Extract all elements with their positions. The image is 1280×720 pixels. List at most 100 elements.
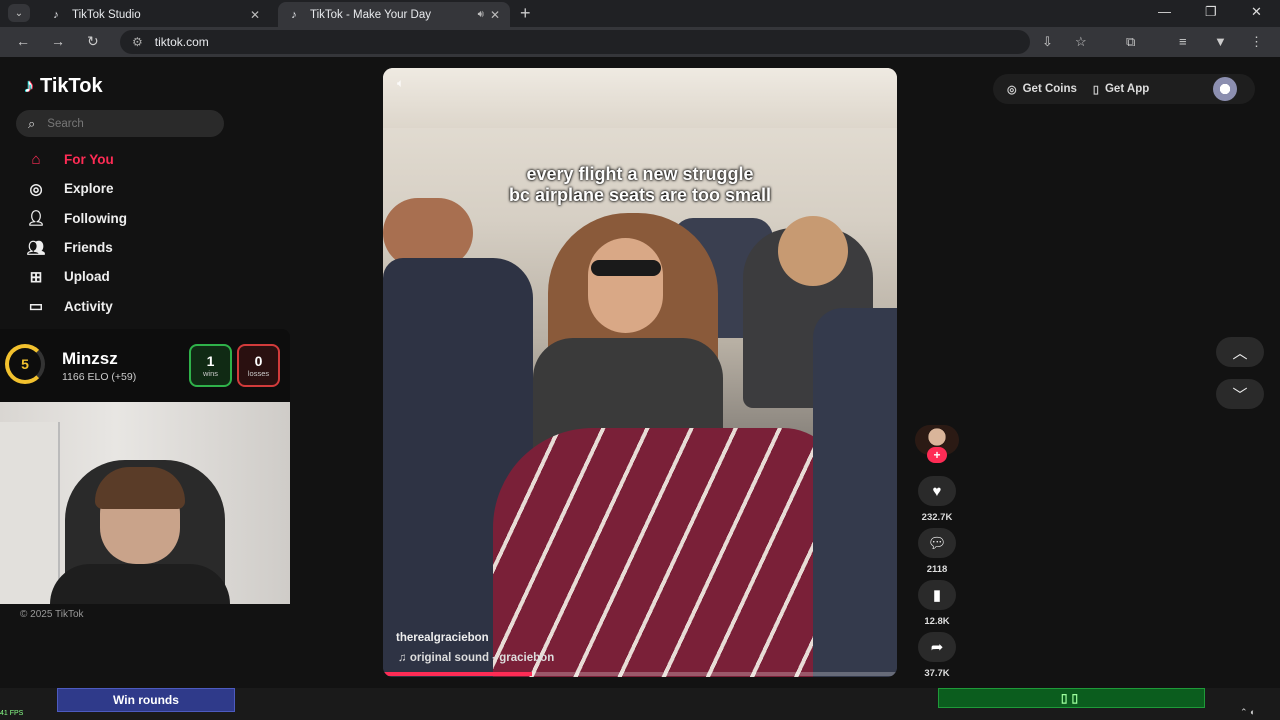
creator-avatar[interactable]: + [915, 425, 959, 463]
caption-line: bc airplane seats are too small [508, 185, 772, 205]
video-progress-bar[interactable] [383, 672, 897, 676]
win-rounds-button[interactable]: Win rounds [57, 688, 235, 712]
losses-label: losses [247, 369, 270, 378]
video-caption: every flight a new struggle bc airplane … [383, 164, 897, 206]
video-sound[interactable]: ♫ original sound - graciebon [398, 652, 554, 664]
follow-plus-icon[interactable]: + [927, 447, 947, 463]
video-scene-person [778, 216, 848, 286]
close-tab-icon[interactable]: ✕ [490, 8, 500, 22]
comment-count: 2118 [926, 564, 948, 575]
media-controls-icon[interactable]: ≡ [1179, 34, 1187, 49]
new-tab-button[interactable]: + [520, 3, 531, 24]
sidebar-item-upload[interactable]: ⊞ Upload [24, 262, 127, 291]
bookmark-icon: ▮ [918, 580, 956, 610]
sidebar-item-friends[interactable]: 👥︎ Friends [24, 233, 127, 262]
forward-icon[interactable]: → [51, 33, 65, 49]
video-scene-person [591, 260, 661, 276]
home-icon: ⌂ [31, 151, 41, 169]
stream-bottom-bar: Win rounds ▯▯ 41 FPS ⌃ ◐ [0, 688, 1280, 720]
sidebar-item-label: Following [64, 210, 127, 226]
wins-count: 1 [206, 353, 215, 369]
video-scene-seat [813, 308, 897, 677]
extensions-icon[interactable]: ⧉ [1126, 34, 1135, 50]
top-actions: ◎ Get Coins ▯ Get App [993, 74, 1255, 104]
following-icon: 👤︎ [26, 210, 46, 228]
url-bar[interactable]: ⚙ tiktok.com [120, 30, 1030, 54]
sidebar-nav: ⌂ For You ◎ Explore 👤︎ Following 👥︎ Frie… [24, 145, 127, 321]
sidebar-item-explore[interactable]: ◎ Explore [24, 174, 127, 203]
webcam-scene-door [0, 422, 60, 604]
losses-count: 0 [254, 353, 263, 369]
wins-label: wins [202, 369, 218, 378]
next-video-button[interactable]: ﹀ [1216, 379, 1264, 409]
bookmark-star-icon[interactable]: ☆ [1075, 34, 1087, 50]
compass-icon: ◎ [29, 180, 43, 198]
activity-icon: ▭ [28, 298, 44, 316]
chevron-up-icon: ︿ [1232, 344, 1248, 362]
tiktok-icon: ♪ [53, 8, 59, 21]
like-count: 232.7K [921, 512, 953, 523]
close-tab-icon[interactable]: ✕ [250, 8, 260, 22]
tab-tiktok-main[interactable]: ♪ TikTok - Make Your Day 🔊︎ ✕ [278, 2, 510, 27]
upload-icon: ⊞ [29, 268, 43, 286]
webcam-feed [0, 402, 290, 604]
tiktok-logo[interactable]: ♪ TikTok [24, 75, 103, 98]
profile-avatar[interactable] [1213, 77, 1237, 101]
sidebar-item-label: Upload [64, 269, 110, 285]
previous-video-button[interactable]: ︿ [1216, 337, 1264, 367]
tab-search-button[interactable]: ⌄ [8, 4, 30, 22]
get-coins-button[interactable]: ◎ Get Coins [1007, 83, 1077, 96]
webcam-scene-person [95, 467, 185, 509]
video-progress-fill [383, 672, 533, 676]
phone-icon: ▯ [1092, 83, 1099, 96]
friends-icon: 👥︎ [26, 239, 46, 257]
menu-dots-icon[interactable]: ⋮ [1250, 34, 1263, 50]
losses-box: 0 losses [237, 344, 280, 387]
share-button[interactable]: ➦ 37.7K [913, 632, 961, 679]
search-placeholder: Search [47, 117, 84, 130]
save-button[interactable]: ▮ 12.8K [913, 580, 961, 627]
site-info-icon[interactable]: ⚙ [132, 35, 143, 49]
sidebar-item-label: Friends [64, 240, 113, 256]
player-name: Minzsz [62, 349, 118, 368]
webcam-scene-person [50, 564, 230, 604]
like-button[interactable]: ♥ 232.7K [913, 476, 961, 523]
copyright: © 2025 TikTok [20, 609, 84, 620]
share-count: 37.7K [924, 668, 950, 679]
rank-badge: 5 [5, 344, 45, 384]
music-note-icon: ♫ [398, 652, 407, 664]
sidebar-item-label: For You [64, 152, 114, 168]
coin-icon: ◎ [1007, 83, 1017, 96]
share-icon: ➦ [918, 632, 956, 662]
system-tray-icon[interactable]: ⌃ ◐ [1240, 707, 1255, 718]
restore-icon[interactable]: ❐ [1205, 4, 1217, 20]
back-icon[interactable]: ← [16, 33, 30, 49]
minimize-icon[interactable]: — [1158, 4, 1171, 19]
close-window-icon[interactable]: ✕ [1251, 4, 1262, 20]
sound-label: original sound - graciebon [409, 652, 555, 664]
sidebar-item-label: Activity [64, 298, 113, 314]
get-app-button[interactable]: ▯ Get App [1093, 83, 1149, 96]
reload-icon[interactable]: ↻ [87, 33, 99, 50]
volume-icon[interactable]: 🔈︎ [397, 76, 404, 91]
sidebar-item-activity[interactable]: ▭ Activity [24, 291, 127, 320]
save-count: 12.8K [924, 616, 950, 627]
video-scene-overhead [383, 68, 897, 128]
profile-icon[interactable]: ▼ [1214, 34, 1227, 49]
search-input[interactable]: ⌕ Search [16, 110, 224, 137]
sidebar-item-for-you[interactable]: ⌂ For You [24, 145, 127, 174]
video-player[interactable]: 🔈︎ every flight a new struggle bc airpla… [383, 68, 897, 677]
video-username[interactable]: therealgraciebon [396, 632, 489, 644]
player-elo: 1166 ELO (+59) [62, 371, 137, 383]
browser-tabbar: ⌄ ♪ TikTok Studio ✕ ♪ TikTok - Make Your… [0, 0, 1280, 27]
green-status-bar: ▯▯ [938, 688, 1205, 708]
comment-button[interactable]: 💬︎ 2118 [913, 528, 961, 575]
install-app-icon[interactable]: ⇩ [1042, 34, 1053, 50]
address-toolbar: ← → ↻ ⚙ tiktok.com ⇩ ☆ ⧉ ≡ ▼ ⋮ [0, 27, 1280, 57]
sidebar-item-following[interactable]: 👤︎ Following [24, 204, 127, 233]
speaker-icon[interactable]: 🔊︎ [478, 9, 484, 20]
tab-title: TikTok - Make Your Day [310, 8, 432, 21]
tab-tiktok-studio[interactable]: ♪ TikTok Studio ✕ [40, 2, 270, 27]
chevron-down-icon: ﹀ [1232, 386, 1248, 404]
tiktok-icon: ♪ [291, 8, 297, 21]
